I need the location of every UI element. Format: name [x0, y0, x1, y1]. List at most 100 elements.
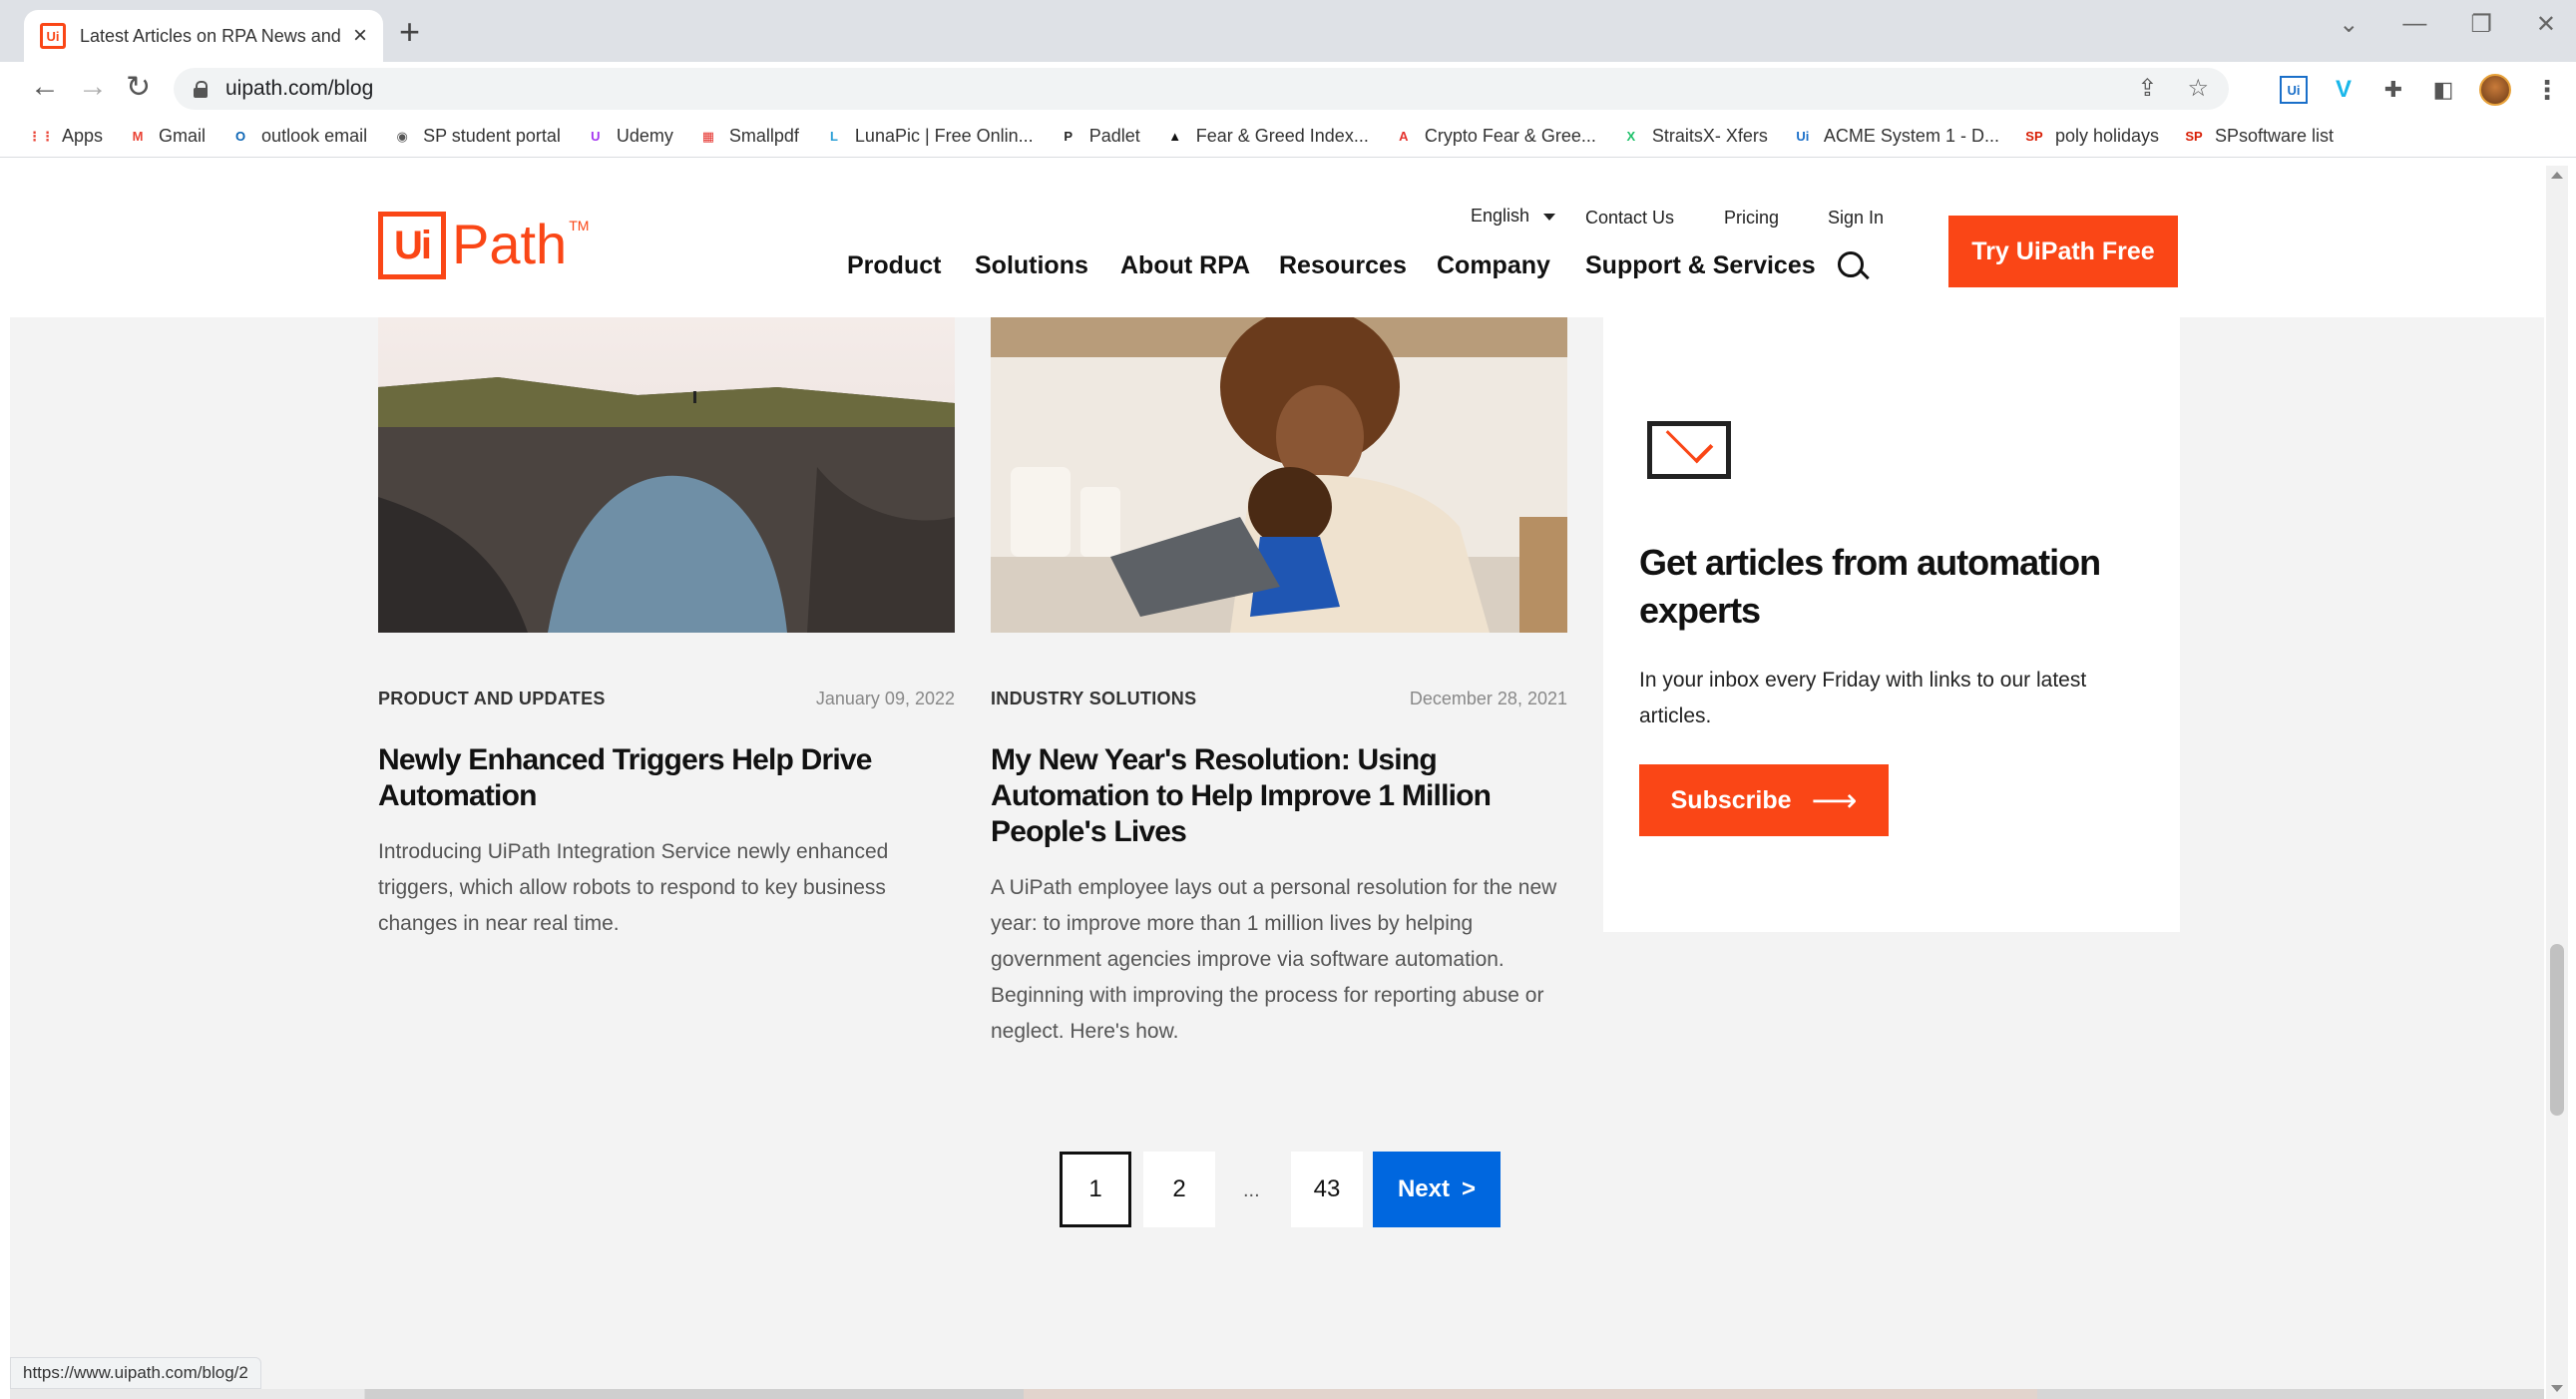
bookmark-item[interactable]: SP SPsoftware list — [2183, 126, 2334, 148]
bookmark-label: SP student portal — [423, 126, 561, 146]
nav-solutions[interactable]: Solutions — [975, 251, 1088, 280]
article-title[interactable]: Newly Enhanced Triggers Help Drive Autom… — [378, 742, 937, 814]
bookmark-item[interactable]: ▲ Fear & Greed Index... — [1164, 126, 1369, 148]
close-tab-icon[interactable]: × — [353, 22, 367, 50]
bookmark-label: Gmail — [159, 126, 207, 146]
newsletter-text: In your inbox every Friday with links to… — [1639, 669, 2087, 727]
page-2-button[interactable]: 2 — [1143, 1152, 1215, 1227]
more-menu-icon[interactable]: ⋮ — [2533, 75, 2561, 105]
article-image-sea-arch[interactable] — [378, 317, 955, 633]
browser-tab[interactable]: Ui Latest Articles on RPA News and × — [24, 10, 383, 62]
bookmark-item[interactable]: ⋮⋮ Apps — [28, 126, 104, 148]
bookmark-item[interactable]: ◉ SP student portal — [391, 126, 561, 148]
minimize-icon[interactable]: — — [2402, 10, 2426, 39]
smallpdf-icon: ▦ — [701, 128, 715, 144]
scrollbar-thumb[interactable] — [2550, 944, 2564, 1116]
sp-icon: SP — [2185, 129, 2203, 144]
lock-icon[interactable] — [194, 81, 208, 98]
url-text[interactable]: uipath.com/blog — [225, 77, 373, 101]
article-date: December 28, 2021 — [1409, 689, 1567, 708]
article-category[interactable]: INDUSTRY SOLUTIONS — [991, 689, 1196, 709]
page-scrollbar[interactable] — [2546, 166, 2568, 1399]
forward-arrow-icon[interactable]: → — [78, 70, 108, 104]
nav-resources[interactable]: Resources — [1279, 251, 1407, 280]
pricing-link[interactable]: Pricing — [1724, 208, 1779, 229]
site-header: Ui Path TM English Contact Us Pricing Si… — [10, 166, 2544, 317]
bookmark-label: LunaPic | Free Onlin... — [854, 126, 1034, 146]
tab-search-icon[interactable]: ⌄ — [2339, 10, 2359, 39]
new-tab-button[interactable]: + — [399, 14, 420, 50]
fear-greed-icon: ▲ — [1168, 129, 1182, 144]
uipath-extension-icon[interactable]: Ui — [2280, 76, 2308, 104]
caret-down-icon — [1543, 213, 1556, 221]
logo-trademark: TM — [569, 218, 590, 233]
bookmark-item[interactable]: Ui ACME System 1 - D... — [1792, 126, 1999, 148]
profile-avatar[interactable] — [2479, 74, 2511, 106]
straitsx-icon: X — [1626, 129, 1636, 144]
bookmark-item[interactable]: Ooutlook email — [229, 126, 367, 148]
outlook-icon: O — [234, 129, 246, 144]
tab-strip: Ui Latest Articles on RPA News and × + ⌄… — [0, 0, 2576, 62]
omnibox-actions: ⇪ ☆ — [2137, 74, 2209, 103]
share-icon[interactable]: ⇪ — [2137, 74, 2157, 103]
arrow-right-icon: ⟶ — [1811, 782, 1858, 818]
puzzle-extensions-icon[interactable]: ✚ — [2379, 76, 2407, 104]
bookmark-label: Apps — [62, 126, 104, 146]
bookmark-label: Crypto Fear & Gree... — [1424, 126, 1596, 146]
sign-in-link[interactable]: Sign In — [1828, 208, 1884, 229]
bookmark-label: SPsoftware list — [2215, 126, 2335, 146]
language-selector[interactable]: English — [1471, 206, 1556, 227]
nav-about-rpa[interactable]: About RPA — [1120, 251, 1250, 280]
restore-icon[interactable]: ❐ — [2470, 10, 2492, 39]
article-category[interactable]: PRODUCT AND UPDATES — [378, 689, 606, 709]
next-section-peek — [10, 1389, 2544, 1399]
bookmark-item[interactable]: L LunaPic | Free Onlin... — [823, 126, 1034, 148]
gmail-icon: M — [132, 129, 144, 144]
reload-icon[interactable]: ↻ — [126, 70, 151, 105]
back-arrow-icon[interactable]: ← — [30, 70, 60, 104]
envelope-icon — [1647, 421, 1731, 479]
article-image-woman-child[interactable] — [991, 317, 1567, 633]
scroll-down-icon[interactable] — [2551, 1385, 2563, 1392]
subscribe-button[interactable]: Subscribe ⟶ — [1639, 764, 1889, 836]
bookmark-item[interactable]: M Gmail — [127, 126, 206, 148]
omnibox[interactable]: uipath.com/blog ⇪ ☆ — [174, 68, 2229, 110]
bookmark-item[interactable]: SP poly holidays — [2023, 126, 2159, 148]
bookmark-item[interactable]: X StraitsX- Xfers — [1620, 126, 1768, 148]
article-date: January 09, 2022 — [815, 689, 955, 708]
bookmark-label: Smallpdf — [728, 126, 799, 146]
next-page-button[interactable]: Next > — [1373, 1152, 1501, 1227]
nav-support-services[interactable]: Support & Services — [1585, 251, 1816, 280]
contact-us-link[interactable]: Contact Us — [1585, 208, 1674, 229]
page-43-button[interactable]: 43 — [1291, 1152, 1363, 1227]
bookmark-label: StraitsX- Xfers — [1651, 126, 1768, 146]
bookmark-star-icon[interactable]: ☆ — [2187, 74, 2209, 103]
bookmark-item[interactable]: U Udemy — [585, 126, 673, 148]
nav-company[interactable]: Company — [1437, 251, 1550, 280]
side-panel-icon[interactable]: ◧ — [2429, 76, 2457, 104]
close-window-icon[interactable]: ✕ — [2536, 10, 2556, 39]
vimeo-extension-icon[interactable]: V — [2330, 76, 2358, 104]
article-title[interactable]: My New Year's Resolution: Using Automati… — [991, 742, 1509, 850]
bookmark-label: Fear & Greed Index... — [1195, 126, 1369, 146]
lunapic-icon: L — [829, 129, 838, 144]
try-uipath-free-button[interactable]: Try UiPath Free — [1948, 216, 2178, 287]
bookmark-label: Padlet — [1088, 126, 1140, 146]
logo-ui-mark: Ui — [378, 212, 446, 279]
page-viewport: PRODUCT AND UPDATES January 09, 2022 New… — [10, 166, 2544, 1399]
bookmark-label: outlook email — [261, 126, 368, 146]
newsletter-signup-box: Get articles from automation experts In … — [1603, 317, 2180, 932]
uipath-logo[interactable]: Ui Path TM — [378, 212, 589, 279]
search-icon[interactable] — [1836, 249, 1868, 281]
bookmark-item[interactable]: ▦ Smallpdf — [697, 126, 799, 148]
page-ellipsis: ... — [1243, 1179, 1260, 1201]
page-1-button[interactable]: 1 — [1060, 1152, 1131, 1227]
globe-icon: ◉ — [396, 128, 408, 144]
bookmark-label: Udemy — [616, 126, 673, 146]
nav-product[interactable]: Product — [847, 251, 941, 280]
chevron-right-icon: > — [1462, 1175, 1477, 1202]
bookmark-item[interactable]: P Padlet — [1058, 126, 1140, 148]
acme-icon: Ui — [1796, 129, 1810, 144]
bookmark-item[interactable]: A Crypto Fear & Gree... — [1393, 126, 1596, 148]
scroll-up-icon[interactable] — [2551, 172, 2563, 179]
